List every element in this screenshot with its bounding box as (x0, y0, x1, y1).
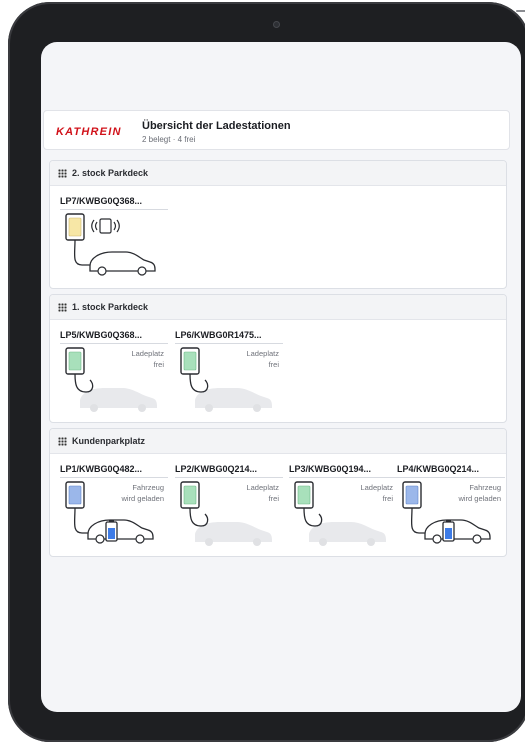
battery-charging-icon (105, 520, 118, 542)
station-card-lp4[interactable]: LP4/KWBG0Q214... Fahrzeug wird geladen (397, 464, 505, 554)
station-status: Ladeplatz frei (360, 483, 393, 503)
section-header[interactable]: 2. stock Parkdeck (50, 161, 506, 186)
section-2-stock-parkdeck: 2. stock Parkdeck LP7/KWBG0Q368... (49, 160, 507, 289)
page-title: Übersicht der Ladestationen (142, 120, 291, 132)
station-name: LP6/KWBG0R1475... (175, 330, 283, 344)
rfid-card-icon (91, 218, 120, 234)
power-button (516, 10, 525, 12)
station-card-lp7[interactable]: LP7/KWBG0Q368... (60, 196, 168, 286)
station-name: LP4/KWBG0Q214... (397, 464, 505, 478)
charging-cable (74, 373, 94, 393)
section-title: 1. stock Parkdeck (72, 302, 149, 312)
charging-cable (189, 373, 209, 393)
station-status: Ladeplatz frei (246, 349, 279, 369)
wallbox-screen (68, 217, 82, 237)
station-name: LP2/KWBG0Q214... (175, 464, 283, 478)
station-name: LP5/KWBG0Q368... (60, 330, 168, 344)
charging-cable (189, 507, 209, 527)
station-name: LP1/KWBG0Q482... (60, 464, 168, 478)
station-status: Fahrzeug wird geladen (458, 483, 501, 503)
station-card-lp5[interactable]: LP5/KWBG0Q368... Ladeplatz frei (60, 330, 168, 420)
grid-icon (58, 168, 67, 178)
page-header: KATHREIN Übersicht der Ladestationen 2 b… (43, 110, 510, 150)
kathrein-logo: KATHREIN (56, 126, 122, 138)
battery-charging-icon (442, 520, 455, 542)
station-name: LP7/KWBG0Q368... (60, 196, 168, 210)
station-status: Fahrzeug wird geladen (121, 483, 164, 503)
station-status: Ladeplatz frei (246, 483, 279, 503)
station-card-lp6[interactable]: LP6/KWBG0R1475... Ladeplatz frei (175, 330, 283, 420)
section-1-stock-parkdeck: 1. stock Parkdeck LP5/KWBG0Q368... Ladep… (49, 294, 507, 423)
station-card-lp3[interactable]: LP3/KWBG0Q194... Ladeplatz frei (289, 464, 397, 554)
station-name: LP3/KWBG0Q194... (289, 464, 397, 478)
app-screen: KATHREIN Übersicht der Ladestationen 2 b… (41, 42, 521, 712)
grid-icon (58, 436, 67, 446)
tablet-frame: KATHREIN Übersicht der Ladestationen 2 b… (8, 2, 525, 742)
occupancy-summary: 2 belegt · 4 frei (142, 135, 196, 144)
charging-cable (303, 507, 323, 527)
section-header[interactable]: 1. stock Parkdeck (50, 295, 506, 320)
section-title: Kundenparkplatz (72, 436, 146, 446)
station-card-lp2[interactable]: LP2/KWBG0Q214... Ladeplatz frei (175, 464, 283, 554)
station-card-lp1[interactable]: LP1/KWBG0Q482... Fahrzeug wird geladen (60, 464, 168, 554)
grid-icon (58, 302, 67, 312)
station-waiting-illustration (65, 213, 156, 276)
station-status: Ladeplatz frei (131, 349, 164, 369)
section-header[interactable]: Kundenparkplatz (50, 429, 506, 454)
section-title: 2. stock Parkdeck (72, 168, 149, 178)
section-kundenparkplatz: Kundenparkplatz LP1/KWBG0Q482... Fahrzeu… (49, 428, 507, 557)
camera-icon (273, 21, 280, 28)
